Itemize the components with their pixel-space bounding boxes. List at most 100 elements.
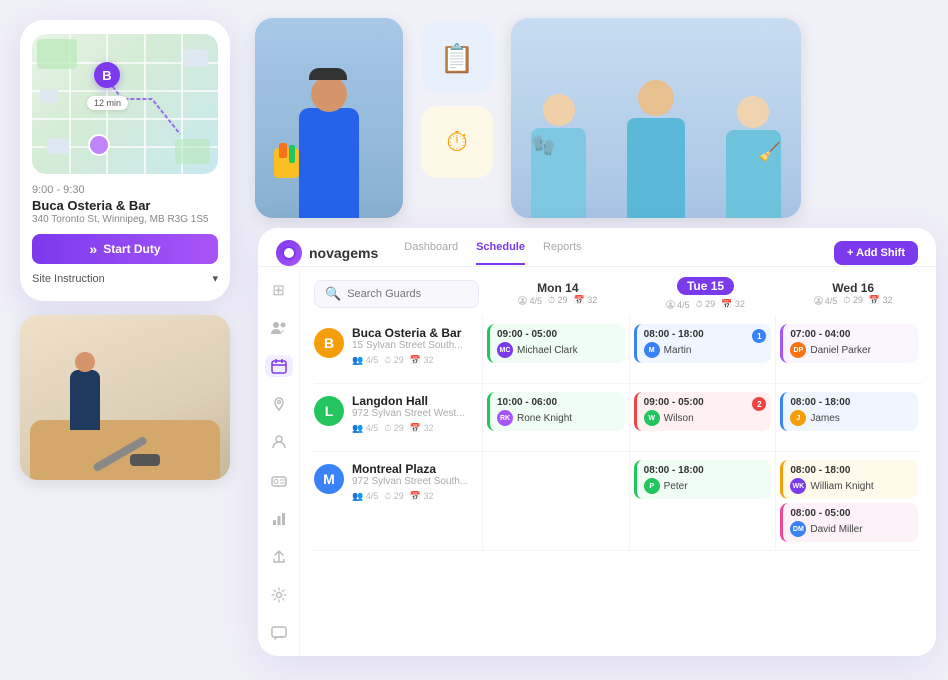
mon-guards-stat: 4/5 bbox=[518, 295, 542, 306]
team-photo: 🧤 🧹 bbox=[511, 18, 801, 218]
person-avatar: W bbox=[644, 410, 660, 426]
site-avatar-montreal: M bbox=[314, 464, 344, 494]
left-column: B 12 min 9:00 - 9:30 Buca Osteria & Bar … bbox=[20, 20, 240, 480]
person-avatar: DM bbox=[790, 521, 806, 537]
sidebar-chart-icon[interactable] bbox=[265, 508, 293, 530]
langdon-mon-cell: 10:00 - 06:00 RK Rone Knight bbox=[482, 384, 629, 451]
site-avatar-buca: B bbox=[314, 328, 344, 358]
shift-card[interactable]: 08:00 - 18:00 M Martin 1 bbox=[634, 324, 772, 363]
site-info-montreal: M Montreal Plaza 972 Sylvan Street South… bbox=[314, 452, 482, 550]
start-duty-button[interactable]: » Start Duty bbox=[32, 234, 218, 264]
shift-card[interactable]: 08:00 - 05:00 DM David Miller bbox=[780, 503, 918, 542]
table-row: L Langdon Hall 972 Sylvan Street West...… bbox=[314, 384, 922, 452]
buca-tue-cell: 08:00 - 18:00 M Martin 1 bbox=[629, 316, 776, 383]
person-name: Wilson bbox=[664, 413, 694, 424]
mon-hours-stat: ⏱ 29 bbox=[548, 295, 568, 306]
site-name-langdon: Langdon Hall bbox=[352, 394, 474, 408]
person-avatar: RK bbox=[497, 410, 513, 426]
search-icon: 🔍 bbox=[325, 286, 341, 302]
vacuum-person-fig bbox=[20, 315, 230, 480]
col-monday: Mon 14 4/5 ⏱ 29 📅 32 bbox=[489, 281, 627, 306]
person-body bbox=[70, 370, 100, 430]
timer-icon: ⏱ bbox=[446, 126, 468, 159]
icon-cards: 📋 ⏱ bbox=[421, 22, 493, 178]
person-name: Michael Clark bbox=[517, 345, 578, 356]
person-avatar: J bbox=[790, 410, 806, 426]
langdon-tue-cell: 09:00 - 05:00 W Wilson 2 bbox=[629, 384, 776, 451]
map-time-badge: 12 min bbox=[87, 96, 128, 110]
phone-time: 9:00 - 9:30 bbox=[32, 184, 218, 196]
site-name-montreal: Montreal Plaza bbox=[352, 462, 474, 476]
cleaning-photo bbox=[20, 315, 230, 480]
phone-instruction: Site Instruction ▾ bbox=[32, 272, 218, 285]
shift-card[interactable]: 09:00 - 05:00 MC Michael Clark bbox=[487, 324, 625, 363]
shift-card[interactable]: 09:00 - 05:00 W Wilson 2 bbox=[634, 392, 772, 431]
shift-card[interactable]: 08:00 - 18:00 WK William Knight bbox=[780, 460, 918, 499]
tab-schedule[interactable]: Schedule bbox=[476, 241, 525, 265]
langdon-wed-cell: 08:00 - 18:00 J James bbox=[775, 384, 922, 451]
schedule-panel: novagems Dashboard Schedule Reports + Ad… bbox=[258, 228, 936, 656]
site-info-langdon: L Langdon Hall 972 Sylvan Street West...… bbox=[314, 384, 482, 451]
sidebar-message-icon[interactable] bbox=[265, 622, 293, 644]
tue-guards-stat: 4/5 bbox=[666, 299, 690, 310]
sidebar-id-icon[interactable] bbox=[265, 469, 293, 491]
phone-mockup: B 12 min 9:00 - 9:30 Buca Osteria & Bar … bbox=[20, 20, 230, 301]
tab-dashboard[interactable]: Dashboard bbox=[404, 241, 458, 265]
shift-card[interactable]: 08:00 - 18:00 P Peter bbox=[634, 460, 772, 499]
sidebar-users-icon[interactable] bbox=[265, 317, 293, 339]
panel-topbar: novagems Dashboard Schedule Reports + Ad… bbox=[258, 228, 936, 267]
person-name: Martin bbox=[664, 345, 692, 356]
wed-hours-stat: ⏱ 29 bbox=[843, 295, 863, 306]
map-avatar bbox=[88, 134, 110, 156]
logo-text: novagems bbox=[309, 245, 378, 261]
wed-guards-stat: 4/5 bbox=[814, 295, 838, 306]
phone-location: Buca Osteria & Bar bbox=[32, 198, 218, 213]
person-name: David Miller bbox=[810, 524, 862, 535]
person-name: Daniel Parker bbox=[810, 345, 871, 356]
site-meta-langdon: 👥 4/5⏱ 29📅 32 bbox=[352, 423, 474, 434]
team-member-2 bbox=[627, 80, 685, 218]
person-name: Rone Knight bbox=[517, 413, 572, 424]
sidebar-calendar-icon[interactable] bbox=[265, 355, 293, 377]
top-center-section: 📋 ⏱ 🧤 🧹 bbox=[255, 18, 801, 218]
tab-reports[interactable]: Reports bbox=[543, 241, 582, 265]
shift-card[interactable]: 10:00 - 06:00 RK Rone Knight bbox=[487, 392, 625, 431]
person-avatar: P bbox=[644, 478, 660, 494]
sidebar-settings-icon[interactable] bbox=[265, 584, 293, 606]
person-avatar: MC bbox=[497, 342, 513, 358]
site-meta-buca: 👥 4/5⏱ 29📅 32 bbox=[352, 355, 474, 366]
search-box[interactable]: 🔍 bbox=[314, 280, 479, 308]
tue-shifts-stat: 📅 32 bbox=[721, 299, 745, 310]
wed-shifts-stat: 📅 32 bbox=[869, 295, 893, 306]
shift-card[interactable]: 08:00 - 18:00 J James bbox=[780, 392, 918, 431]
buca-mon-cell: 09:00 - 05:00 MC Michael Clark bbox=[482, 316, 629, 383]
timer-icon-card: ⏱ bbox=[421, 106, 493, 178]
table-row: B Buca Osteria & Bar 15 Sylvan Street So… bbox=[314, 316, 922, 384]
add-shift-button[interactable]: + Add Shift bbox=[834, 241, 918, 265]
sidebar-grid-icon[interactable]: ⊞ bbox=[265, 279, 293, 301]
montreal-tue-cell: 08:00 - 18:00 P Peter bbox=[629, 452, 776, 550]
cleaner-photo bbox=[255, 18, 403, 218]
phone-address: 340 Toronto St, Winnipeg, MB R3G 1S5 bbox=[32, 214, 218, 225]
chevron-down-icon: ▾ bbox=[212, 272, 218, 285]
sidebar-person-icon[interactable] bbox=[265, 431, 293, 453]
person-name: James bbox=[810, 413, 839, 424]
phone-map: B 12 min bbox=[32, 34, 218, 174]
buca-wed-cell: 07:00 - 04:00 DP Daniel Parker bbox=[775, 316, 922, 383]
site-name-buca: Buca Osteria & Bar bbox=[352, 326, 474, 340]
search-input[interactable] bbox=[347, 288, 468, 300]
site-avatar-langdon: L bbox=[314, 396, 344, 426]
panel-sidebar: ⊞ bbox=[258, 267, 300, 656]
tue-hours-stat: ⏱ 29 bbox=[696, 299, 716, 310]
person-head bbox=[75, 352, 95, 372]
person-avatar: M bbox=[644, 342, 660, 358]
montreal-wed-cell: 08:00 - 18:00 WK William Knight 08:00 - … bbox=[775, 452, 922, 550]
person-name: William Knight bbox=[810, 481, 873, 492]
person-avatar: WK bbox=[790, 478, 806, 494]
shift-badge: 1 bbox=[752, 329, 766, 343]
sidebar-share-icon[interactable] bbox=[265, 546, 293, 568]
site-meta-montreal: 👥 4/5⏱ 29📅 32 bbox=[352, 491, 474, 502]
site-address-montreal: 972 Sylvan Street South... bbox=[352, 476, 474, 487]
sidebar-location-icon[interactable] bbox=[265, 393, 293, 415]
shift-card[interactable]: 07:00 - 04:00 DP Daniel Parker bbox=[780, 324, 918, 363]
